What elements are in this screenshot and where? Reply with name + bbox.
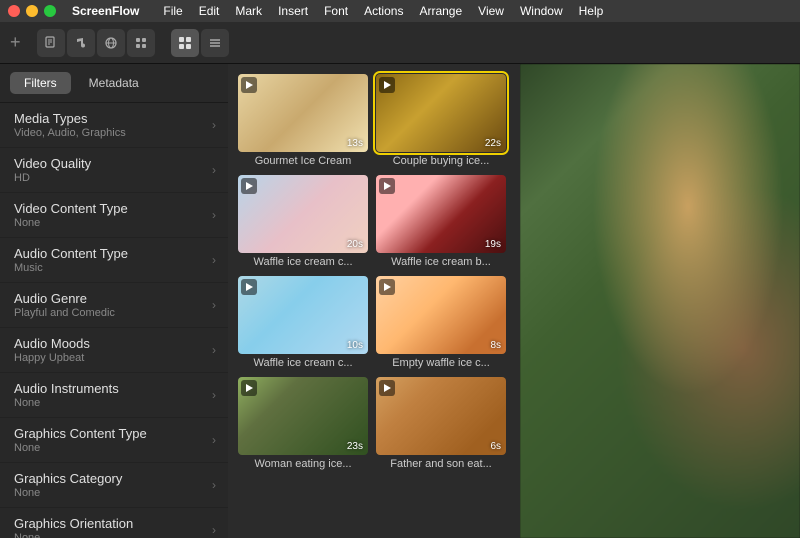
media-icon-globe[interactable]	[97, 29, 125, 57]
media-thumbnail: 6s	[376, 377, 506, 455]
chevron-icon: ›	[212, 118, 216, 132]
filter-video-quality[interactable]: Video Quality HD ›	[0, 148, 228, 193]
close-button[interactable]	[8, 5, 20, 17]
menu-actions[interactable]: Actions	[364, 4, 403, 18]
media-icon-music[interactable]	[67, 29, 95, 57]
chevron-icon: ›	[212, 388, 216, 402]
media-name: Waffle ice cream b...	[376, 256, 506, 268]
chevron-icon: ›	[212, 298, 216, 312]
menu-help[interactable]: Help	[579, 4, 604, 18]
media-icon-grid[interactable]	[127, 29, 155, 57]
filter-media-types[interactable]: Media Types Video, Audio, Graphics ›	[0, 103, 228, 148]
media-duration: 10s	[347, 340, 363, 351]
minimize-button[interactable]	[26, 5, 38, 17]
list-view-button[interactable]	[201, 29, 229, 57]
media-thumbnail: 20s	[238, 175, 368, 253]
media-thumbnail: 8s	[376, 276, 506, 354]
filter-graphics-content-type[interactable]: Graphics Content Type None ›	[0, 418, 228, 463]
media-item[interactable]: 22s Couple buying ice...	[376, 74, 506, 167]
view-toggle	[171, 29, 229, 57]
menu-mark[interactable]: Mark	[235, 4, 262, 18]
filter-audio-instruments[interactable]: Audio Instruments None ›	[0, 373, 228, 418]
grid-view-button[interactable]	[171, 29, 199, 57]
media-name: Couple buying ice...	[376, 155, 506, 167]
menu-arrange[interactable]: Arrange	[419, 4, 462, 18]
media-thumbnail: 23s	[238, 377, 368, 455]
menu-font[interactable]: Font	[324, 4, 348, 18]
media-item[interactable]: 20s Waffle ice cream c...	[238, 175, 368, 268]
chevron-icon: ›	[212, 253, 216, 267]
filter-list: Media Types Video, Audio, Graphics › Vid…	[0, 103, 228, 538]
media-duration: 22s	[485, 138, 501, 149]
video-icon	[379, 77, 395, 93]
video-icon	[241, 279, 257, 295]
video-icon	[241, 77, 257, 93]
media-duration: 19s	[485, 239, 501, 250]
media-type-icons	[37, 29, 155, 57]
chevron-icon: ›	[212, 478, 216, 492]
chevron-icon: ›	[212, 208, 216, 222]
filter-audio-content-type[interactable]: Audio Content Type Music ›	[0, 238, 228, 283]
filter-graphics-category[interactable]: Graphics Category None ›	[0, 463, 228, 508]
toolbar: +	[0, 22, 800, 64]
media-duration: 8s	[490, 340, 501, 351]
menu-edit[interactable]: Edit	[199, 4, 220, 18]
media-thumbnail: 13s	[238, 74, 368, 152]
sidebar: Filters Metadata Media Types Video, Audi…	[0, 64, 228, 538]
media-duration: 13s	[347, 138, 363, 149]
main-area: Filters Metadata Media Types Video, Audi…	[0, 64, 800, 538]
preview-area	[520, 64, 800, 538]
media-name: Father and son eat...	[376, 458, 506, 470]
chevron-icon: ›	[212, 163, 216, 177]
media-name: Empty waffle ice c...	[376, 357, 506, 369]
menu-bar: ScreenFlow File Edit Mark Insert Font Ac…	[0, 0, 800, 22]
media-item[interactable]: 10s Waffle ice cream c...	[238, 276, 368, 369]
media-grid-area: 13s Gourmet Ice Cream 22s Couple buying …	[228, 64, 520, 538]
add-button[interactable]: +	[10, 32, 21, 53]
media-thumbnail: 22s	[376, 74, 506, 152]
sidebar-tabs: Filters Metadata	[0, 64, 228, 103]
tab-metadata[interactable]: Metadata	[75, 72, 153, 94]
media-item[interactable]: 13s Gourmet Ice Cream	[238, 74, 368, 167]
filter-audio-genre[interactable]: Audio Genre Playful and Comedic ›	[0, 283, 228, 328]
chevron-icon: ›	[212, 433, 216, 447]
traffic-lights	[8, 5, 56, 17]
media-name: Woman eating ice...	[238, 458, 368, 470]
video-icon	[379, 178, 395, 194]
media-thumbnail: 10s	[238, 276, 368, 354]
media-duration: 23s	[347, 441, 363, 452]
media-item[interactable]: 19s Waffle ice cream b...	[376, 175, 506, 268]
media-name: Waffle ice cream c...	[238, 256, 368, 268]
app-name: ScreenFlow	[72, 4, 139, 18]
filter-graphics-orientation[interactable]: Graphics Orientation None ›	[0, 508, 228, 538]
video-icon	[241, 178, 257, 194]
media-item[interactable]: 8s Empty waffle ice c...	[376, 276, 506, 369]
video-icon	[241, 380, 257, 396]
maximize-button[interactable]	[44, 5, 56, 17]
menu-insert[interactable]: Insert	[278, 4, 308, 18]
menu-view[interactable]: View	[478, 4, 504, 18]
media-item[interactable]: 23s Woman eating ice...	[238, 377, 368, 470]
media-name: Gourmet Ice Cream	[238, 155, 368, 167]
video-icon	[379, 279, 395, 295]
media-name: Waffle ice cream c...	[238, 357, 368, 369]
media-thumbnail: 19s	[376, 175, 506, 253]
menu-window[interactable]: Window	[520, 4, 563, 18]
menu-file[interactable]: File	[163, 4, 182, 18]
chevron-icon: ›	[212, 523, 216, 537]
media-grid: 13s Gourmet Ice Cream 22s Couple buying …	[238, 74, 510, 470]
preview-image	[520, 64, 800, 538]
chevron-icon: ›	[212, 343, 216, 357]
video-icon	[379, 380, 395, 396]
filter-video-content-type[interactable]: Video Content Type None ›	[0, 193, 228, 238]
tab-filters[interactable]: Filters	[10, 72, 71, 94]
media-item[interactable]: 6s Father and son eat...	[376, 377, 506, 470]
media-icon-doc[interactable]	[37, 29, 65, 57]
media-duration: 20s	[347, 239, 363, 250]
media-duration: 6s	[490, 441, 501, 452]
filter-audio-moods[interactable]: Audio Moods Happy Upbeat ›	[0, 328, 228, 373]
